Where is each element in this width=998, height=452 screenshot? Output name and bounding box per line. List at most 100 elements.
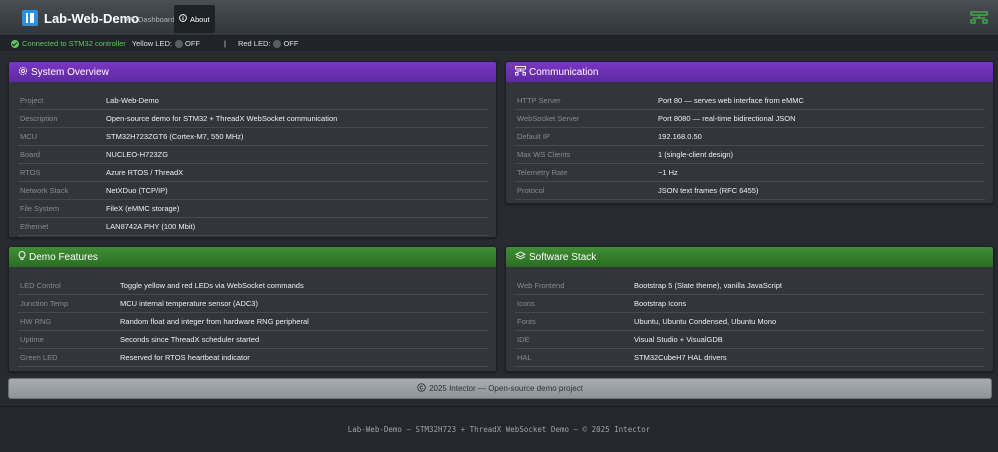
table-row: Protocol JSON text frames (RFC 6455) bbox=[515, 181, 985, 200]
table-row: Uptime Seconds since ThreadX scheduler st… bbox=[18, 330, 488, 349]
row-value: STM32CubeH7 HAL drivers bbox=[634, 348, 985, 367]
row-key: IDE bbox=[515, 330, 634, 349]
table-row: RTOS Azure RTOS / ThreadX bbox=[18, 163, 488, 182]
demo-features-title: Demo Features bbox=[29, 251, 98, 263]
info-circle-icon bbox=[179, 14, 187, 24]
status-bar: Connected to STM32 controller Yellow LED… bbox=[0, 36, 998, 51]
row-key: Fonts bbox=[515, 312, 634, 331]
layers-icon bbox=[515, 250, 526, 264]
table-row: Ethernet LAN8742A PHY (100 Mbit) bbox=[18, 217, 488, 236]
row-key: Project bbox=[18, 92, 106, 110]
row-value: Port 8080 — real-time bidirectional JSON bbox=[658, 109, 985, 128]
software-stack-title: Software Stack bbox=[529, 251, 597, 263]
table-row: Default IP 192.168.0.50 bbox=[515, 127, 985, 146]
ethernet-icon bbox=[515, 65, 526, 79]
row-key: HTTP Server bbox=[515, 92, 658, 110]
row-key: Web Frontend bbox=[515, 277, 634, 295]
row-value: STM32H723ZGT6 (Cortex-M7, 550 MHz) bbox=[106, 127, 488, 146]
demo-features-card: Demo Features LED Control Toggle yellow a… bbox=[8, 246, 497, 372]
nav-dashboard[interactable]: Dashboard bbox=[121, 5, 180, 33]
row-key: Ethernet bbox=[18, 217, 106, 236]
lightbulb-icon bbox=[18, 250, 26, 264]
table-row: Description Open-source demo for STM32 + … bbox=[18, 109, 488, 128]
row-value: Bootstrap 5 (Slate theme), vanilla JavaS… bbox=[634, 277, 985, 295]
nav-about[interactable]: About bbox=[174, 5, 215, 33]
row-value: Port 80 — serves web interface from eMMC bbox=[658, 92, 985, 110]
communication-card: Communication HTTP Server Port 80 — serve… bbox=[505, 61, 994, 204]
yellow-led-label: Yellow LED: bbox=[131, 39, 172, 48]
software-stack-card: Software Stack Web Frontend Bootstrap 5 (… bbox=[505, 246, 994, 372]
table-row: MCU STM32H723ZGT6 (Cortex-M7, 550 MHz) bbox=[18, 127, 488, 146]
row-key: WebSocket Server bbox=[515, 109, 658, 128]
row-key: Max WS Clients bbox=[515, 145, 658, 164]
row-key: MCU bbox=[18, 127, 106, 146]
communication-title: Communication bbox=[529, 66, 599, 78]
red-led-label: Red LED: bbox=[237, 39, 271, 48]
table-row: Green LED Reserved for RTOS heartbeat ind… bbox=[18, 348, 488, 367]
demo-features-table: LED Control Toggle yellow and red LEDs vi… bbox=[18, 277, 488, 367]
row-key: Default IP bbox=[515, 127, 658, 146]
row-key: Uptime bbox=[18, 330, 120, 349]
table-row: Telemetry Rate ~1 Hz bbox=[515, 163, 985, 182]
software-stack-table: Web Frontend Bootstrap 5 (Slate theme), v… bbox=[515, 277, 985, 367]
yellow-led-toggle[interactable] bbox=[174, 39, 183, 48]
table-row: LED Control Toggle yellow and red LEDs vi… bbox=[18, 277, 488, 295]
connection-status: Connected to STM32 controller bbox=[22, 39, 126, 48]
gear-icon bbox=[18, 66, 28, 79]
software-stack-header: Software Stack bbox=[506, 247, 993, 267]
row-value: 192.168.0.50 bbox=[658, 127, 985, 146]
row-value: LAN8742A PHY (100 Mbit) bbox=[106, 217, 488, 236]
row-value: Reserved for RTOS heartbeat indicator bbox=[120, 348, 488, 367]
system-overview-header: System Overview bbox=[9, 62, 496, 82]
copyright-text: 2025 Intector — Open-source demo project bbox=[429, 384, 583, 393]
nav-dashboard-label: Dashboard bbox=[138, 14, 175, 24]
table-row: Project Lab-Web-Demo bbox=[18, 92, 488, 110]
row-value: Azure RTOS / ThreadX bbox=[106, 163, 488, 182]
row-key: RTOS bbox=[18, 163, 106, 182]
check-circle-icon bbox=[11, 39, 19, 48]
copyright-icon bbox=[417, 383, 426, 394]
row-value: NetXDuo (TCP/IP) bbox=[106, 181, 488, 200]
row-key: Green LED bbox=[18, 348, 120, 367]
row-value: ~1 Hz bbox=[658, 163, 985, 182]
row-key: Protocol bbox=[515, 181, 658, 200]
row-value: Random float and integer from hardware R… bbox=[120, 312, 488, 331]
row-value: 1 (single-client design) bbox=[658, 145, 985, 164]
row-value: Seconds since ThreadX scheduler started bbox=[120, 330, 488, 349]
row-key: Board bbox=[18, 145, 106, 164]
navbar: Lab-Web-Demo Dashboard About bbox=[0, 0, 998, 36]
row-key: Description bbox=[18, 109, 106, 128]
row-key: Icons bbox=[515, 294, 634, 313]
footer-text: Lab-Web-Demo — STM32H723 + ThreadX WebSo… bbox=[347, 425, 651, 434]
row-key: HW RNG bbox=[18, 312, 120, 331]
table-row: Network Stack NetXDuo (TCP/IP) bbox=[18, 181, 488, 200]
status-separator: | bbox=[223, 39, 226, 48]
row-key: Junction Temp bbox=[18, 294, 120, 313]
nav-about-label: About bbox=[190, 14, 210, 24]
table-row: Fonts Ubuntu, Ubuntu Condensed, Ubuntu Mo… bbox=[515, 312, 985, 331]
table-row: IDE Visual Studio + VisualGDB bbox=[515, 330, 985, 349]
table-row: Max WS Clients 1 (single-client design) bbox=[515, 145, 985, 164]
copyright-bar: 2025 Intector — Open-source demo project bbox=[8, 378, 992, 399]
demo-features-header: Demo Features bbox=[9, 247, 496, 267]
row-value: Ubuntu, Ubuntu Condensed, Ubuntu Mono bbox=[634, 312, 985, 331]
network-icon[interactable] bbox=[970, 11, 988, 25]
table-row: HW RNG Random float and integer from hard… bbox=[18, 312, 488, 331]
table-row: HAL STM32CubeH7 HAL drivers bbox=[515, 348, 985, 367]
row-value: NUCLEO-H723ZG bbox=[106, 145, 488, 164]
table-row: Icons Bootstrap Icons bbox=[515, 294, 985, 313]
communication-header: Communication bbox=[506, 62, 993, 82]
system-overview-card: System Overview Project Lab-Web-Demo Descr… bbox=[8, 61, 497, 238]
row-key: LED Control bbox=[18, 277, 120, 295]
row-key: HAL bbox=[515, 348, 634, 367]
table-row: Web Frontend Bootstrap 5 (Slate theme), v… bbox=[515, 277, 985, 295]
brand-logo-icon bbox=[22, 10, 38, 26]
row-value: JSON text frames (RFC 6455) bbox=[658, 181, 985, 200]
yellow-led-state: OFF bbox=[184, 39, 200, 48]
red-led-toggle[interactable] bbox=[273, 39, 282, 48]
page-footer: Lab-Web-Demo — STM32H723 + ThreadX WebSo… bbox=[0, 406, 998, 452]
row-key: Telemetry Rate bbox=[515, 163, 658, 182]
table-row: HTTP Server Port 80 — serves web interfac… bbox=[515, 92, 985, 110]
row-value: MCU internal temperature sensor (ADC3) bbox=[120, 294, 488, 313]
row-value: Visual Studio + VisualGDB bbox=[634, 330, 985, 349]
